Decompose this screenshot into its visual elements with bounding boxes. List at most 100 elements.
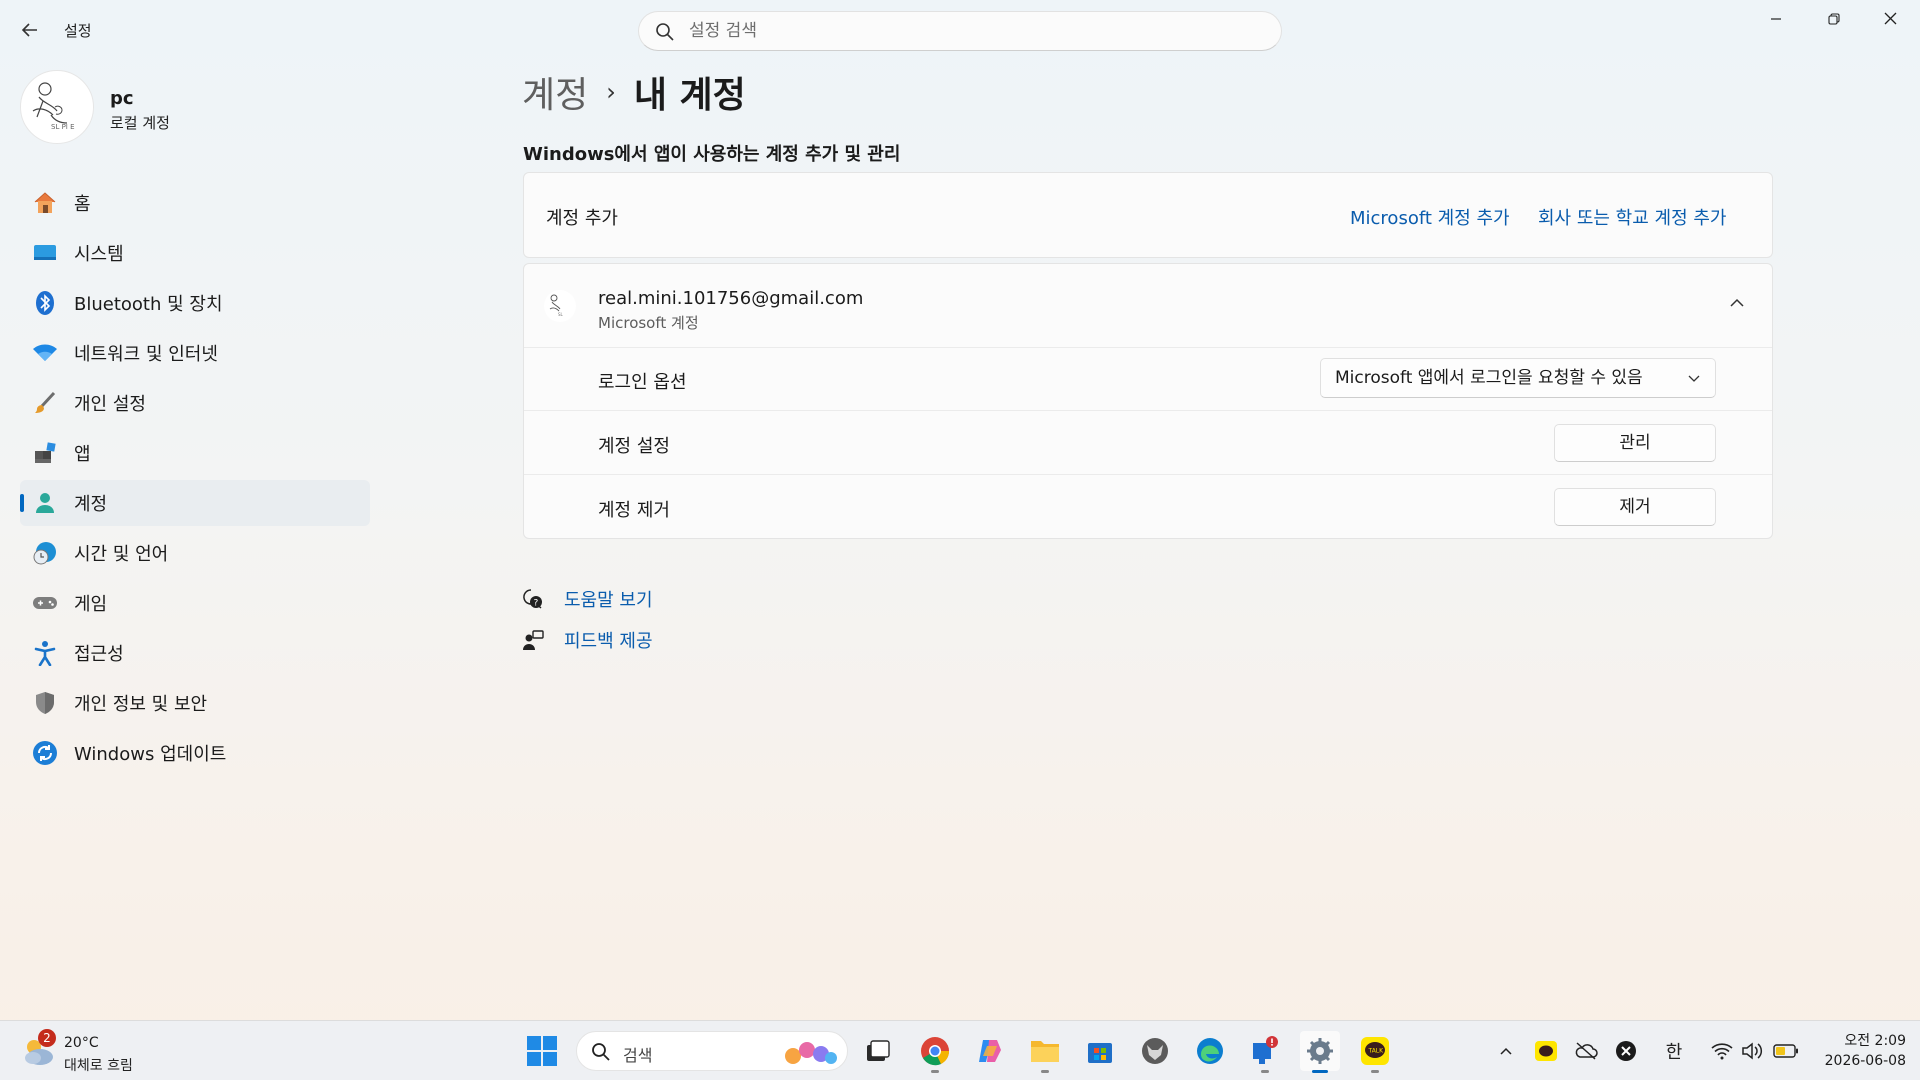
taskbar-search[interactable]: 검색: [576, 1031, 848, 1071]
breadcrumb-separator: ›: [606, 78, 616, 106]
brush-icon: [32, 390, 58, 416]
sidebar-item-system[interactable]: 시스템: [20, 230, 370, 276]
tray-overflow-button[interactable]: [1494, 1039, 1518, 1063]
task-view-app[interactable]: [858, 1031, 898, 1071]
breadcrumb: 계정 › 내 계정: [522, 68, 746, 116]
sidebar-item-home[interactable]: 홈: [20, 180, 370, 226]
avatar-sketch-icon: SL PI E: [32, 82, 75, 131]
tray-kakaotalk[interactable]: [1534, 1039, 1558, 1063]
taskbar-clock[interactable]: 오전 2:09 2026-06-08: [1816, 1031, 1906, 1071]
task-view-icon: [867, 1040, 890, 1061]
account-settings-row: 계정 설정 관리: [524, 412, 1772, 475]
minimize-button[interactable]: [1748, 0, 1804, 40]
sidebar-item-network[interactable]: 네트워크 및 인터넷: [20, 330, 370, 376]
chrome-app[interactable]: [915, 1031, 955, 1073]
sidebar-item-gaming[interactable]: 게임: [20, 580, 370, 626]
help-icon: ?: [523, 588, 542, 609]
update-icon: [32, 740, 58, 766]
account-header[interactable]: SL real.mini.101756@gmail.com Microsoft …: [524, 264, 1772, 348]
signin-options-dropdown[interactable]: Microsoft 앱에서 로그인을 요청할 수 있음: [1320, 358, 1716, 398]
start-button[interactable]: [526, 1035, 558, 1067]
wolf-app[interactable]: [1135, 1031, 1175, 1071]
edge-app[interactable]: [1190, 1031, 1230, 1071]
person-icon: [32, 490, 58, 516]
sidebar-item-bluetooth[interactable]: Bluetooth 및 장치: [20, 280, 370, 326]
speaker-icon: [1742, 1042, 1763, 1060]
copilot-app[interactable]: [970, 1031, 1010, 1071]
user-profile[interactable]: SL PI E pc 로컬 계정: [20, 70, 370, 146]
tray-wifi[interactable]: [1710, 1039, 1734, 1063]
chevron-up-icon: [1500, 1047, 1512, 1055]
microsoft-store-app[interactable]: [1080, 1031, 1120, 1071]
signin-options-row: 로그인 옵션 Microsoft 앱에서 로그인을 요청할 수 있음: [524, 348, 1772, 411]
help-links: ? 도움말 보기 피드백 제공: [522, 578, 653, 660]
weather-description: 대체로 흐림: [64, 1058, 133, 1074]
feedback-link[interactable]: 피드백 제공: [564, 627, 653, 653]
sidebar-item-personalization[interactable]: 개인 설정: [20, 380, 370, 426]
restore-icon: [1828, 13, 1840, 25]
running-indicator: [1041, 1070, 1049, 1073]
tray-battery[interactable]: [1772, 1039, 1800, 1063]
svg-text:SL: SL: [558, 312, 564, 317]
kakaotalk-icon: TALK: [1361, 1037, 1389, 1065]
sidebar-item-label: Windows 업데이트: [74, 744, 227, 765]
sidebar-item-label: Bluetooth 및 장치: [74, 294, 223, 315]
copilot-icon: [979, 1040, 1001, 1062]
account-email: real.mini.101756@gmail.com: [598, 288, 864, 309]
settings-search-box[interactable]: [638, 11, 1282, 51]
edge-icon: [1197, 1038, 1223, 1064]
home-icon: [32, 190, 58, 216]
svg-text:TALK: TALK: [1368, 1048, 1385, 1055]
file-explorer-app[interactable]: [1025, 1031, 1065, 1073]
add-account-label: 계정 추가: [546, 208, 618, 229]
manage-button[interactable]: 관리: [1554, 424, 1716, 462]
breadcrumb-parent[interactable]: 계정: [522, 66, 588, 118]
close-button[interactable]: [1862, 0, 1918, 40]
search-icon: [592, 1043, 610, 1061]
gamepad-icon: [32, 590, 58, 616]
running-indicator: [931, 1070, 939, 1073]
add-work-school-account-link[interactable]: 회사 또는 학교 계정 추가: [1538, 204, 1727, 230]
notification-app[interactable]: [1245, 1031, 1285, 1073]
sidebar-item-privacy-security[interactable]: 개인 정보 및 보안: [20, 680, 370, 726]
settings-search-input[interactable]: [689, 18, 1249, 44]
tray-app-x[interactable]: [1614, 1039, 1638, 1063]
weather-widget[interactable]: 2 20°C 대체로 흐림: [20, 1029, 180, 1074]
ime-indicator[interactable]: 한: [1662, 1039, 1686, 1063]
section-title: Windows에서 앱이 사용하는 계정 추가 및 관리: [523, 144, 901, 165]
x-circle-icon: [1616, 1041, 1636, 1061]
system-icon: [32, 240, 58, 266]
sidebar-item-accessibility[interactable]: 접근성: [20, 630, 370, 676]
chevron-up-icon[interactable]: [1728, 294, 1746, 312]
get-help-item[interactable]: ? 도움말 보기: [522, 578, 653, 619]
kakaotalk-app[interactable]: TALK: [1355, 1031, 1395, 1073]
signin-options-label: 로그인 옵션: [598, 372, 687, 393]
account-avatar: SL: [544, 290, 576, 322]
wifi-icon: [1711, 1043, 1733, 1060]
restore-button[interactable]: [1806, 0, 1862, 40]
account-type: Microsoft 계정: [598, 314, 699, 332]
sidebar-item-time-language[interactable]: 시간 및 언어: [20, 530, 370, 576]
sidebar-item-windows-update[interactable]: Windows 업데이트: [20, 730, 370, 776]
tray-volume[interactable]: [1740, 1039, 1764, 1063]
signin-options-value: Microsoft 앱에서 로그인을 요청할 수 있음: [1335, 368, 1643, 388]
sidebar-item-label: 개인 설정: [74, 394, 146, 415]
chrome-icon: [921, 1037, 950, 1066]
add-microsoft-account-link[interactable]: Microsoft 계정 추가: [1350, 204, 1510, 230]
feedback-item[interactable]: 피드백 제공: [522, 619, 653, 660]
close-icon: [1884, 12, 1896, 25]
running-indicator: [1261, 1070, 1269, 1073]
sidebar-nav: 홈 시스템 Bluetooth 및 장치 네트워크 및 인터넷 개인 설정 앱: [20, 180, 370, 780]
tray-onedrive-offline[interactable]: [1574, 1039, 1598, 1063]
clock-time: 오전 2:09: [1844, 1033, 1906, 1049]
taskbar-search-label: 검색: [623, 1046, 653, 1065]
back-button[interactable]: [16, 16, 44, 44]
wolf-logo-icon: [1142, 1038, 1168, 1064]
weather-badge: 2: [38, 1029, 56, 1047]
back-arrow-icon: [21, 23, 37, 37]
remove-button[interactable]: 제거: [1554, 488, 1716, 526]
settings-app[interactable]: [1300, 1031, 1340, 1073]
get-help-link[interactable]: 도움말 보기: [564, 586, 653, 612]
sidebar-item-apps[interactable]: 앱: [20, 430, 370, 476]
sidebar-item-accounts[interactable]: 계정: [20, 480, 370, 526]
